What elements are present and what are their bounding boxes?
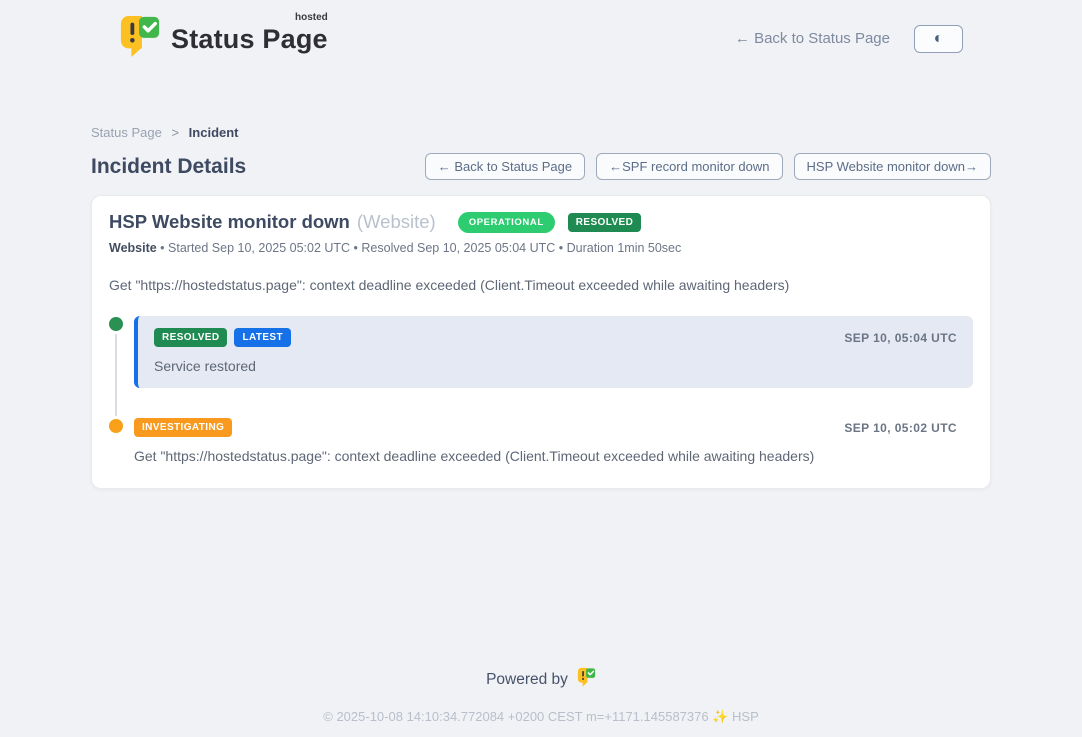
operational-status-badge: OPERATIONAL [458,212,555,233]
header-back-link[interactable]: ← Back to Status Page [735,30,890,47]
brand-name: Status Page [171,24,328,54]
brand-logo[interactable]: Status Page hosted [119,14,328,63]
next-incident-button[interactable]: HSP Website monitor down→ [794,153,991,180]
breadcrumb-separator: > [171,125,179,140]
resolved-badge: RESOLVED [154,328,227,347]
latest-badge: LATEST [234,328,291,347]
statuspage-logo-icon [119,14,161,63]
statuspage-logo-icon-small[interactable] [577,667,596,692]
breadcrumb-status-page[interactable]: Status Page [91,125,162,140]
copyright-text: © 2025-10-08 14:10:34.772084 +0200 CEST … [0,709,1082,725]
timeline-entry-highlight-box: RESOLVED LATEST SEP 10, 05:04 UTC Servic… [134,316,973,388]
timeline-entry-badges: RESOLVED LATEST [154,328,291,347]
incident-monitor-name: Website [109,241,157,255]
timeline-entry-resolved: RESOLVED LATEST SEP 10, 05:04 UTC Servic… [109,316,973,388]
incident-description: Get "https://hostedstatus.page": context… [109,277,973,293]
powered-by: Powered by [486,667,596,692]
timeline-entry-content: INVESTIGATING SEP 10, 05:02 UTC Get "htt… [134,418,973,464]
incident-card: HSP Website monitor down (Website) OPERA… [91,195,991,489]
breadcrumb-incident: Incident [189,125,239,140]
timeline-entry-investigating: INVESTIGATING SEP 10, 05:02 UTC Get "htt… [109,418,973,464]
timeline-entry-message: Service restored [154,358,957,374]
main-content: Status Page > Incident Incident Details … [91,125,991,489]
incident-scope: (Website) [357,211,436,233]
incident-meta-details: • Started Sep 10, 2025 05:02 UTC • Resol… [157,241,682,255]
breadcrumb: Status Page > Incident [91,125,991,140]
timeline-entry-header: RESOLVED LATEST SEP 10, 05:04 UTC [154,328,957,347]
timeline-entry-header: INVESTIGATING SEP 10, 05:02 UTC [134,418,957,437]
incident-title-row: HSP Website monitor down (Website) OPERA… [109,211,973,233]
page-title: Incident Details [91,155,246,179]
footer: Powered by © 2025-10-08 14:10:34.772084 … [0,667,1082,725]
half-circle-theme-icon: ◐ [934,31,944,47]
timeline-entry-timestamp: SEP 10, 05:02 UTC [844,421,957,435]
timeline-dot-green [109,317,123,331]
timeline-entry-timestamp: SEP 10, 05:04 UTC [844,331,957,345]
powered-by-label: Powered by [486,671,568,689]
brand-text: Status Page hosted [171,14,328,55]
incident-title: HSP Website monitor down [109,211,350,233]
timeline-entry-badges: INVESTIGATING [134,418,232,437]
previous-incident-button[interactable]: ←SPF record monitor down [596,153,782,180]
incident-timeline: RESOLVED LATEST SEP 10, 05:04 UTC Servic… [109,316,973,464]
brand-tag-hosted: hosted [295,12,328,23]
resolved-state-badge: RESOLVED [568,213,641,232]
incident-meta: Website • Started Sep 10, 2025 05:02 UTC… [109,241,973,255]
investigating-badge: INVESTIGATING [134,418,232,437]
back-to-status-page-button[interactable]: ← Back to Status Page [425,153,585,180]
theme-toggle-button[interactable]: ◐ [914,25,963,53]
timeline-dot-orange [109,419,123,433]
incident-nav-buttons: ← Back to Status Page ←SPF record monito… [425,153,991,180]
heading-row: Incident Details ← Back to Status Page ←… [91,153,991,180]
header: Status Page hosted ← Back to Status Page… [119,0,963,63]
timeline-entry-message: Get "https://hostedstatus.page": context… [134,448,957,464]
